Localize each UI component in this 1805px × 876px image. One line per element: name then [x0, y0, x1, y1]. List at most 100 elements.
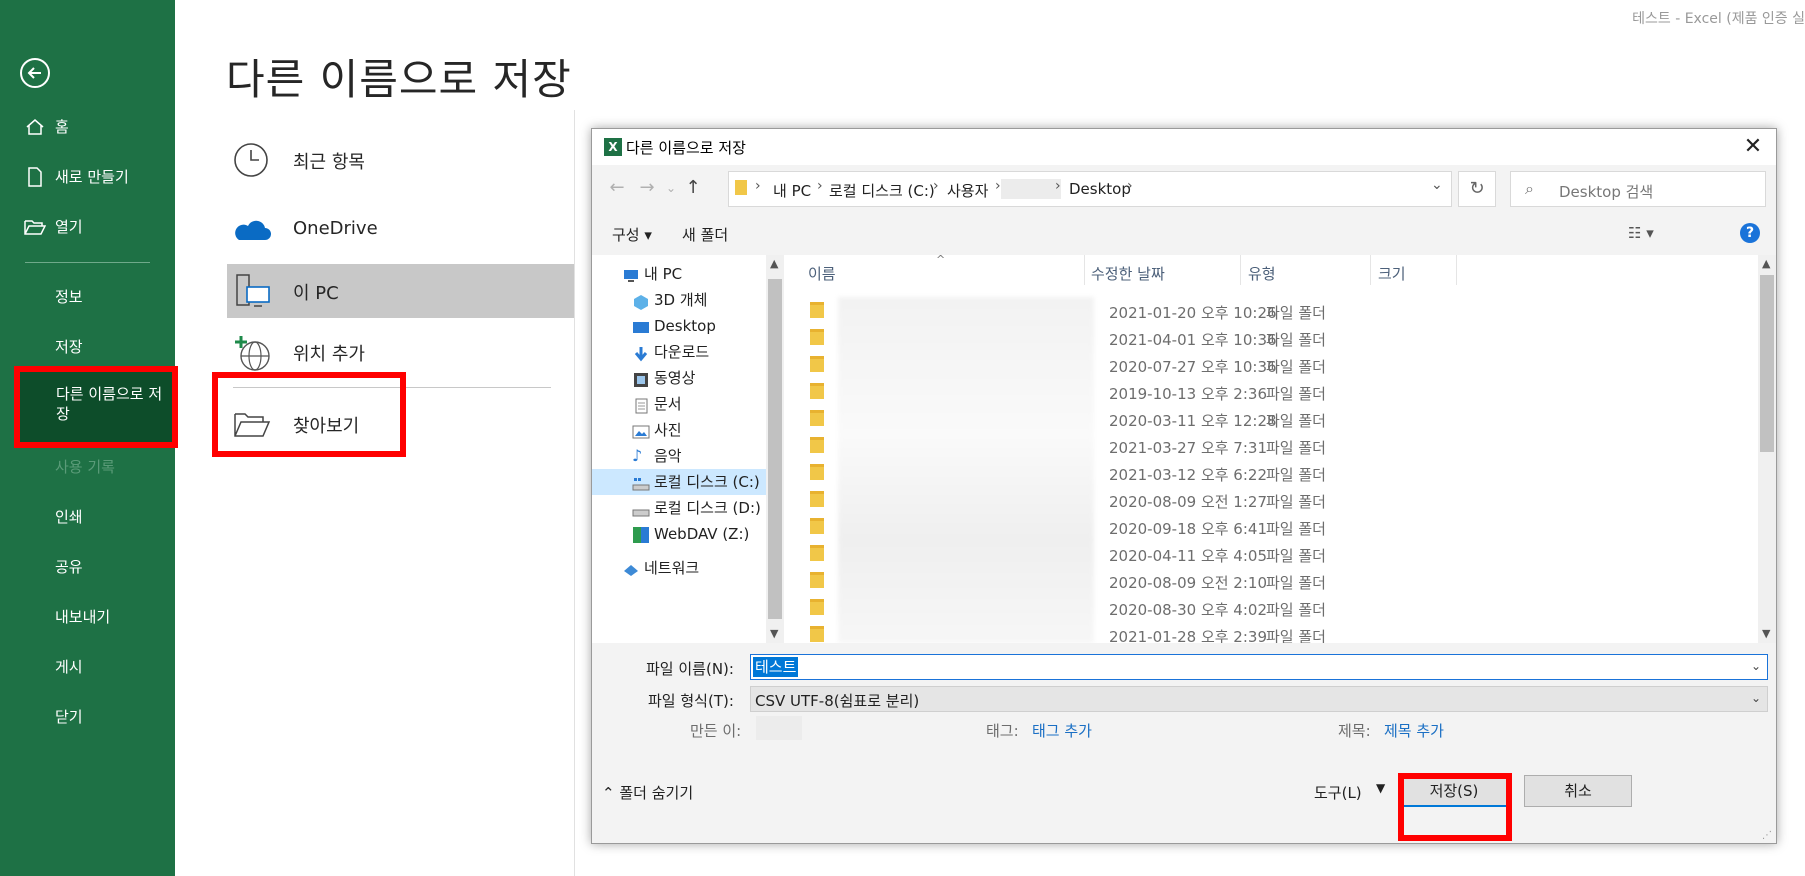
file-modified-date: 2020-07-27 오후 10:36: [1109, 358, 1277, 376]
nav-save[interactable]: 저장: [0, 327, 175, 367]
file-row[interactable]: 2020-08-30 오후 4:02 파일 폴더: [784, 594, 1734, 621]
nav-save-as-label: 다른 이름으로 저장: [56, 385, 163, 423]
close-icon[interactable]: ✕: [1738, 133, 1768, 161]
address-bar[interactable]: › 내 PC › 로컬 디스크 (C:) › 사용자 › › Desktop ›…: [728, 171, 1452, 207]
file-row[interactable]: 2020-09-18 오후 6:41 파일 폴더: [784, 513, 1734, 540]
breadcrumb-desktop[interactable]: Desktop: [1069, 180, 1131, 198]
nav-share-label: 공유: [55, 558, 83, 576]
file-row[interactable]: 2021-04-01 오후 10:36 파일 폴더: [784, 324, 1734, 351]
nav-close[interactable]: 닫기: [0, 697, 175, 737]
file-type: 파일 폴더: [1266, 466, 1326, 484]
network-icon: [622, 560, 640, 576]
tools-button[interactable]: 도구(L) ▼: [1300, 776, 1390, 806]
address-dropdown-icon[interactable]: ⌄: [1431, 177, 1443, 193]
author-value-redacted[interactable]: [756, 716, 802, 740]
file-type: 파일 폴더: [1266, 412, 1326, 430]
new-folder-button[interactable]: 새 폴더: [682, 224, 728, 245]
file-row[interactable]: 2020-08-09 오전 1:27 파일 폴더: [784, 486, 1734, 513]
back-arrow-icon[interactable]: [20, 58, 50, 88]
scroll-down-icon[interactable]: ▼: [1762, 627, 1770, 640]
nav-publish[interactable]: 게시: [0, 647, 175, 687]
filename-value: 테스트: [753, 657, 799, 677]
column-divider: [1456, 255, 1457, 285]
column-header-name[interactable]: 이름: [808, 263, 836, 284]
nav-print-label: 인쇄: [55, 508, 83, 526]
folder-icon: [810, 491, 824, 507]
tree-scrollbar-thumb[interactable]: [768, 279, 782, 619]
refresh-icon[interactable]: ↻: [1458, 171, 1496, 207]
scroll-up-icon[interactable]: ▲: [770, 257, 778, 270]
location-this-pc[interactable]: 이 PC: [227, 264, 575, 318]
folder-icon: [810, 599, 824, 615]
back-nav-icon[interactable]: ←: [604, 177, 630, 198]
view-options-icon[interactable]: ☷ ▾: [1628, 224, 1654, 242]
title-value[interactable]: 제목 추가: [1384, 720, 1444, 741]
file-row[interactable]: 2020-04-11 오후 4:05 파일 폴더: [784, 540, 1734, 567]
location-add-place[interactable]: 위치 추가: [227, 325, 575, 379]
chevron-down-icon[interactable]: ⌄: [1751, 659, 1761, 673]
file-row[interactable]: 2021-03-12 오후 6:22 파일 폴더: [784, 459, 1734, 486]
search-input[interactable]: ⌕ Desktop 검색: [1510, 171, 1766, 207]
location-browse[interactable]: 찾아보기: [227, 397, 575, 451]
file-row[interactable]: 2020-07-27 오후 10:36 파일 폴더: [784, 351, 1734, 378]
tree-item-label: Desktop: [654, 317, 716, 335]
filename-input[interactable]: 테스트 ⌄: [750, 654, 1768, 680]
file-list-scrollbar[interactable]: ▲ ▼: [1758, 255, 1776, 643]
breadcrumb-chevron-icon: ›: [755, 178, 761, 194]
nav-print[interactable]: 인쇄: [0, 497, 175, 537]
help-button[interactable]: ?: [1740, 223, 1760, 243]
nav-divider: [25, 262, 150, 263]
up-folder-icon[interactable]: ↑: [680, 177, 706, 198]
file-row[interactable]: 2021-03-27 오후 7:31 파일 폴더: [784, 432, 1734, 459]
location-recent[interactable]: 최근 항목: [227, 133, 575, 187]
resize-grip-icon[interactable]: ⋰: [1762, 830, 1772, 841]
hide-folders-button[interactable]: ⌃ 폴더 숨기기: [602, 782, 693, 803]
file-row[interactable]: 2019-10-13 오후 2:36 파일 폴더: [784, 378, 1734, 405]
scroll-down-icon[interactable]: ▼: [770, 627, 778, 640]
tree-item-label: 로컬 디스크 (C:): [654, 473, 760, 491]
nav-publish-label: 게시: [55, 658, 83, 676]
scroll-up-icon[interactable]: ▲: [1762, 257, 1770, 270]
organize-button[interactable]: 구성 ▾: [612, 224, 652, 245]
column-header-type[interactable]: 유형: [1248, 263, 1276, 284]
backstage-nav: 홈 새로 만들기 열기 정보 저장 다른 이름으로 저장 사용 기록 인쇄 공유…: [0, 0, 176, 876]
file-list-scrollbar-thumb[interactable]: [1760, 275, 1774, 452]
save-button[interactable]: 저장(S): [1400, 775, 1508, 807]
breadcrumb-chevron-icon: ›: [995, 178, 1001, 194]
nav-open[interactable]: 열기: [0, 207, 175, 247]
location-onedrive[interactable]: OneDrive: [227, 203, 575, 257]
file-modified-date: 2021-04-01 오후 10:36: [1109, 331, 1277, 349]
nav-home[interactable]: 홈: [0, 107, 175, 147]
nav-save-label: 저장: [55, 338, 83, 356]
cancel-button[interactable]: 취소: [1524, 775, 1632, 807]
filetype-select[interactable]: CSV UTF-8(쉼표로 분리) ⌄: [750, 686, 1768, 712]
folder-icon: [810, 437, 824, 453]
search-placeholder: Desktop 검색: [1559, 183, 1654, 201]
nav-export-label: 내보내기: [55, 608, 111, 626]
network-drive-icon: [632, 526, 650, 543]
drive-c-icon: [632, 474, 650, 491]
nav-share[interactable]: 공유: [0, 547, 175, 587]
file-row[interactable]: 2021-01-20 오후 10:26 파일 폴더: [784, 297, 1734, 324]
tree-scrollbar[interactable]: ▲ ▼: [766, 255, 784, 643]
save-as-dialog: X 다른 이름으로 저장 ✕ ← → ⌄ ↑ › 내 PC › 로컬 디스크 (…: [591, 128, 1777, 844]
column-header-modified[interactable]: 수정한 날짜: [1091, 263, 1165, 284]
column-header-size[interactable]: 크기: [1378, 263, 1406, 284]
breadcrumb-local-disk-c[interactable]: 로컬 디스크 (C:): [829, 180, 935, 201]
nav-save-as[interactable]: 다른 이름으로 저장: [14, 368, 176, 444]
nav-export[interactable]: 내보내기: [0, 597, 175, 637]
file-row[interactable]: 2020-03-11 오후 12:28 파일 폴더: [784, 405, 1734, 432]
nav-info[interactable]: 정보: [0, 277, 175, 317]
nav-new[interactable]: 새로 만들기: [0, 157, 175, 197]
pc-icon: [622, 266, 640, 282]
forward-nav-icon[interactable]: →: [634, 177, 660, 198]
tags-value[interactable]: 태그 추가: [1032, 720, 1092, 741]
tree-item-label: 내 PC: [644, 265, 683, 283]
folder-icon: [810, 626, 824, 642]
breadcrumb-chevron-icon: ›: [817, 178, 823, 194]
file-row[interactable]: 2020-08-09 오전 2:10 파일 폴더: [784, 567, 1734, 594]
breadcrumb-users[interactable]: 사용자: [947, 180, 988, 201]
breadcrumb-my-pc[interactable]: 내 PC: [773, 180, 811, 201]
organize-label: 구성: [612, 226, 640, 244]
folder-icon: [810, 464, 824, 480]
